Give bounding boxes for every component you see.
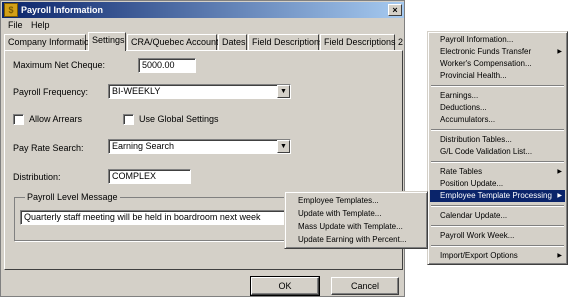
submenu-arrow-icon: ▶ <box>557 253 562 259</box>
menu-item-payroll-information[interactable]: Payroll Information... <box>430 34 565 46</box>
menu-separator <box>431 225 564 227</box>
window-title: Payroll Information <box>21 5 104 15</box>
employee-template-submenu: Employee Templates... Update with Templa… <box>284 191 428 249</box>
menu-item-payroll-work-week[interactable]: Payroll Work Week... <box>430 230 565 242</box>
menu-item-position-update[interactable]: Position Update... <box>430 178 565 190</box>
allow-arrears-label: Allow Arrears <box>29 114 83 124</box>
tab-cra-quebec-account[interactable]: CRA/Quebec Account <box>127 34 219 50</box>
menu-help[interactable]: Help <box>31 20 50 30</box>
tab-settings[interactable]: Settings <box>88 32 126 51</box>
allow-arrears-checkbox[interactable] <box>13 114 24 125</box>
distribution-label: Distribution: <box>13 172 61 182</box>
menu-bar: File Help <box>2 18 404 33</box>
tab-field-descriptions-2[interactable]: Field Descriptions 2 <box>320 34 403 50</box>
distribution-input[interactable]: COMPLEX <box>108 169 191 184</box>
payroll-frequency-value: BI-WEEKLY <box>112 86 161 96</box>
menu-separator <box>431 205 564 207</box>
payroll-context-menu: Payroll Information... Electronic Funds … <box>427 31 568 265</box>
submenu-item-update-earning-with-percent[interactable]: Update Earning with Percent... <box>287 233 425 246</box>
submenu-arrow-icon: ▶ <box>557 193 562 199</box>
tab-dates[interactable]: Dates <box>218 34 247 50</box>
menu-item-earnings[interactable]: Earnings... <box>430 90 565 102</box>
payroll-message-input[interactable]: Quarterly staff meeting will be held in … <box>20 210 295 225</box>
close-button[interactable]: × <box>388 4 402 16</box>
submenu-item-employee-templates[interactable]: Employee Templates... <box>287 194 425 207</box>
menu-item-provincial-health[interactable]: Provincial Health... <box>430 70 565 82</box>
tab-field-descriptions[interactable]: Field Descriptions <box>248 34 324 50</box>
title-bar[interactable]: $ Payroll Information × <box>2 2 404 18</box>
ok-button[interactable]: OK <box>250 276 320 296</box>
menu-item-rate-tables[interactable]: Rate Tables ▶ <box>430 166 565 178</box>
app-icon: $ <box>4 3 18 17</box>
menu-separator <box>431 129 564 131</box>
chevron-down-icon[interactable]: ▼ <box>277 85 290 98</box>
menu-separator <box>431 85 564 87</box>
pay-rate-search-select[interactable]: Earning Search ▼ <box>108 139 291 154</box>
menu-item-employee-template-processing[interactable]: Employee Template Processing ▶ <box>430 190 565 202</box>
menu-item-accumulators[interactable]: Accumulators... <box>430 114 565 126</box>
tab-company-information[interactable]: Company Information <box>4 34 94 50</box>
submenu-arrow-icon: ▶ <box>557 49 562 55</box>
use-global-settings-label: Use Global Settings <box>139 114 219 124</box>
max-net-cheque-label: Maximum Net Cheque: <box>13 60 106 70</box>
pay-rate-search-value: Earning Search <box>112 141 175 151</box>
menu-item-gl-code-validation-list[interactable]: G/L Code Validation List... <box>430 146 565 158</box>
payroll-frequency-select[interactable]: BI-WEEKLY ▼ <box>108 84 291 99</box>
payroll-information-window: $ Payroll Information × File Help Compan… <box>0 0 405 297</box>
menu-item-calendar-update[interactable]: Calendar Update... <box>430 210 565 222</box>
payroll-level-message-label: Payroll Level Message <box>25 192 120 202</box>
menu-file[interactable]: File <box>8 20 23 30</box>
menu-item-electronic-funds-transfer-label: Electronic Funds Transfer <box>440 47 532 56</box>
menu-item-distribution-tables[interactable]: Distribution Tables... <box>430 134 565 146</box>
max-net-cheque-input[interactable]: 5000.00 <box>138 58 196 73</box>
menu-item-workers-compensation[interactable]: Worker's Compensation... <box>430 58 565 70</box>
cancel-button[interactable]: Cancel <box>331 277 399 295</box>
menu-item-rate-tables-label: Rate Tables <box>440 167 483 176</box>
menu-item-employee-template-processing-label: Employee Template Processing <box>440 191 552 200</box>
pay-rate-search-label: Pay Rate Search: <box>13 143 84 153</box>
menu-item-deductions[interactable]: Deductions... <box>430 102 565 114</box>
payroll-frequency-label: Payroll Frequency: <box>13 87 89 97</box>
menu-item-import-export-options-label: Import/Export Options <box>440 251 518 260</box>
submenu-item-update-with-template[interactable]: Update with Template... <box>287 207 425 220</box>
submenu-item-mass-update-with-template[interactable]: Mass Update with Template... <box>287 220 425 233</box>
use-global-settings-checkbox[interactable] <box>123 114 134 125</box>
menu-item-import-export-options[interactable]: Import/Export Options ▶ <box>430 250 565 262</box>
menu-separator <box>431 161 564 163</box>
chevron-down-icon[interactable]: ▼ <box>277 140 290 153</box>
submenu-arrow-icon: ▶ <box>557 169 562 175</box>
menu-item-electronic-funds-transfer[interactable]: Electronic Funds Transfer ▶ <box>430 46 565 58</box>
menu-separator <box>431 245 564 247</box>
